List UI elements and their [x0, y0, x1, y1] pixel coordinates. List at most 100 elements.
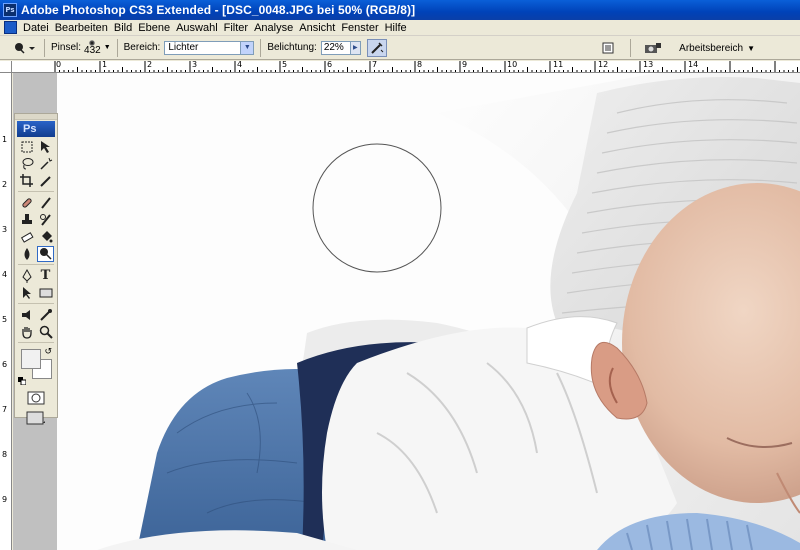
- menu-analyse[interactable]: Analyse: [251, 22, 296, 34]
- separator: [44, 38, 45, 57]
- photo-image: [57, 73, 800, 550]
- ruler-label: 3: [2, 225, 8, 234]
- range-select[interactable]: Lichter ▼: [164, 40, 255, 55]
- separator: [18, 303, 54, 304]
- separator: [18, 264, 54, 265]
- ruler-vertical[interactable]: 1 2 3 4 5 6 7 8 9: [0, 73, 12, 550]
- panel-grip[interactable]: [15, 114, 57, 120]
- ruler-label: 5: [2, 315, 8, 324]
- exposure-input[interactable]: 22%: [320, 40, 351, 55]
- brush-tool-icon[interactable]: [37, 195, 54, 211]
- ruler-label: 9: [462, 61, 468, 69]
- zoom-tool-icon[interactable]: [37, 324, 54, 340]
- crop-tool-icon[interactable]: [18, 173, 35, 189]
- hand-tool-icon[interactable]: [18, 324, 35, 340]
- healing-brush-icon[interactable]: [18, 195, 35, 211]
- window-title: Adobe Photoshop CS3 Extended - [DSC_0048…: [21, 3, 416, 17]
- ruler-ticks: [54, 61, 798, 72]
- separator: [18, 342, 54, 343]
- notes-tool-icon[interactable]: [18, 307, 35, 323]
- tool-preset-picker[interactable]: [10, 38, 38, 58]
- brush-picker[interactable]: 432: [84, 40, 101, 56]
- title-bar: Ps Adobe Photoshop CS3 Extended - [DSC_0…: [0, 0, 800, 20]
- palette-well-icon: [602, 42, 614, 54]
- chevron-down-icon: ▼: [240, 41, 254, 54]
- slice-tool-icon[interactable]: [37, 173, 54, 189]
- magic-wand-icon[interactable]: [37, 156, 54, 172]
- path-selection-icon[interactable]: [18, 285, 35, 301]
- menu-bearbeiten[interactable]: Bearbeiten: [52, 22, 111, 34]
- chevron-down-icon[interactable]: ▼: [104, 44, 111, 51]
- ruler-label: 2: [2, 180, 8, 189]
- options-bar: Pinsel: 432 ▼ Bereich: Lichter ▼ Belicht…: [0, 36, 800, 60]
- ruler-label: 3: [192, 61, 198, 69]
- blur-tool-icon[interactable]: [18, 246, 35, 262]
- default-colors-icon[interactable]: [18, 377, 26, 385]
- ruler-label: 1: [102, 61, 108, 69]
- swap-colors-icon[interactable]: ↺: [44, 347, 52, 357]
- menu-bild[interactable]: Bild: [111, 22, 135, 34]
- menu-ebene[interactable]: Ebene: [135, 22, 173, 34]
- lasso-tool-icon[interactable]: [18, 156, 35, 172]
- ruler-label: 6: [327, 61, 333, 69]
- pen-tool-icon[interactable]: [18, 268, 35, 284]
- separator: [260, 38, 262, 57]
- ruler-label: 0: [56, 61, 62, 69]
- menu-fenster[interactable]: Fenster: [338, 22, 381, 34]
- rectangle-tool-icon[interactable]: [37, 285, 54, 301]
- exposure-label: Belichtung:: [267, 42, 317, 53]
- brush-label: Pinsel:: [51, 42, 82, 53]
- palette-well-button[interactable]: [598, 39, 618, 57]
- eraser-tool-icon[interactable]: [18, 229, 35, 245]
- history-brush-icon[interactable]: [37, 212, 54, 228]
- type-tool-icon[interactable]: T: [37, 268, 54, 284]
- ruler-label: 6: [2, 360, 8, 369]
- quick-mask-icon: [27, 391, 45, 405]
- menu-auswahl[interactable]: Auswahl: [173, 22, 221, 34]
- foreground-color-swatch[interactable]: [21, 349, 41, 369]
- move-tool-icon[interactable]: [37, 139, 54, 155]
- ruler-label: 10: [507, 61, 518, 69]
- airbrush-icon: [371, 41, 384, 54]
- range-label: Bereich:: [123, 42, 161, 53]
- exposure-value: 22%: [323, 42, 344, 53]
- screen-mode-icon: [26, 411, 45, 425]
- menu-datei[interactable]: Datei: [20, 22, 52, 34]
- ruler-label: 7: [2, 405, 8, 414]
- exposure-slider-toggle[interactable]: ▶: [350, 40, 361, 55]
- ruler-label: 13: [643, 61, 654, 69]
- ruler-label: 8: [417, 61, 423, 69]
- menu-bar: Datei Bearbeiten Bild Ebene Auswahl Filt…: [0, 20, 800, 36]
- toolbox-panel[interactable]: Ps T ↺: [14, 113, 58, 425]
- options-right-group: Arbeitsbereich ▼: [592, 36, 800, 60]
- brush-size: 432: [84, 45, 101, 56]
- ruler-label: 8: [2, 450, 8, 459]
- bridge-button[interactable]: [643, 39, 663, 57]
- ruler-label: 12: [598, 61, 609, 69]
- menu-hilfe[interactable]: Hilfe: [382, 22, 410, 34]
- marquee-tool-icon[interactable]: [18, 139, 35, 155]
- dodge-tool-icon[interactable]: [37, 245, 54, 262]
- paint-bucket-icon[interactable]: [37, 229, 54, 245]
- photoshop-badge[interactable]: Ps: [17, 121, 55, 137]
- photoshop-logo-icon: Ps: [3, 3, 17, 17]
- menu-filter[interactable]: Filter: [221, 22, 251, 34]
- ruler-label: 4: [237, 61, 243, 69]
- separator: [18, 191, 54, 192]
- ruler-label: 7: [372, 61, 378, 69]
- screen-mode-button[interactable]: [15, 409, 57, 427]
- airbrush-button[interactable]: [366, 38, 387, 57]
- color-swatches: ↺: [18, 347, 54, 387]
- menu-ansicht[interactable]: Ansicht: [296, 22, 338, 34]
- document-icon[interactable]: [4, 21, 17, 34]
- ruler-origin[interactable]: [0, 61, 12, 73]
- clone-stamp-icon[interactable]: [18, 212, 35, 228]
- quick-mask-button[interactable]: [15, 389, 57, 407]
- eyedropper-icon[interactable]: [37, 307, 54, 323]
- ruler-horizontal[interactable]: 0 1 2 3 4 5 6 7 8 9 10 11 12 13 14: [12, 61, 800, 73]
- separator: [630, 39, 632, 57]
- document-canvas[interactable]: [57, 73, 800, 550]
- workspace-button[interactable]: Arbeitsbereich ▼: [679, 43, 755, 54]
- separator: [116, 38, 118, 57]
- ruler-label: 4: [2, 270, 8, 279]
